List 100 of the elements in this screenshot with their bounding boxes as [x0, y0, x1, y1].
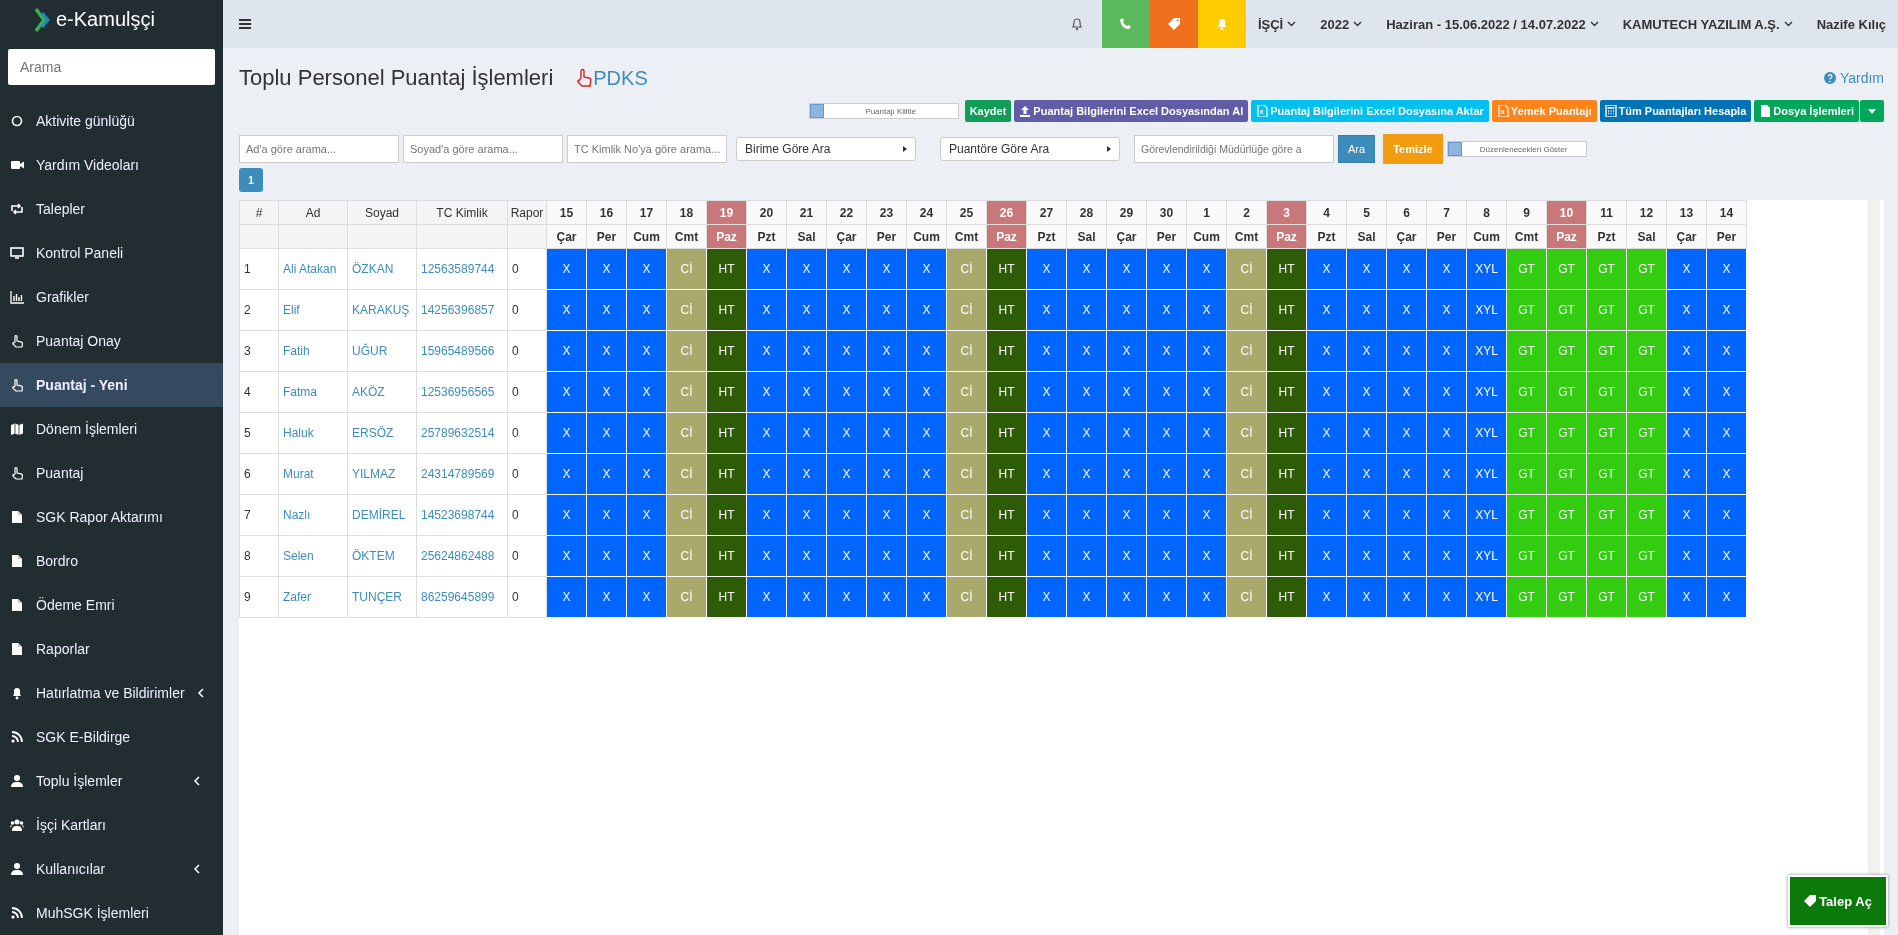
- action-button[interactable]: Yemek Puantajı: [1491, 100, 1597, 122]
- attendance-cell[interactable]: Cİ: [946, 330, 987, 372]
- attendance-cell[interactable]: X: [1666, 330, 1707, 372]
- attendance-cell[interactable]: X: [546, 289, 587, 331]
- id-number-link[interactable]: 86259645899: [416, 576, 508, 618]
- name-link[interactable]: Fatih: [278, 330, 348, 372]
- attendance-cell[interactable]: X: [586, 535, 627, 577]
- search-field[interactable]: Ad'a göre arama...: [239, 135, 399, 163]
- attendance-cell[interactable]: X: [866, 248, 907, 290]
- attendance-cell[interactable]: X: [1106, 535, 1147, 577]
- attendance-cell[interactable]: X: [1346, 453, 1387, 495]
- file-menu-button[interactable]: Dosya İşlemleri: [1754, 100, 1859, 122]
- attendance-cell[interactable]: X: [586, 330, 627, 372]
- attendance-cell[interactable]: X: [786, 494, 827, 536]
- attendance-cell[interactable]: X: [906, 576, 947, 618]
- attendance-cell[interactable]: X: [1066, 289, 1107, 331]
- attendance-cell[interactable]: XYL: [1466, 453, 1507, 495]
- toggle-switch[interactable]: Puantajı Kilitle: [808, 103, 959, 119]
- attendance-cell[interactable]: X: [1026, 576, 1067, 618]
- attendance-cell[interactable]: X: [746, 412, 787, 454]
- attendance-cell[interactable]: X: [1706, 412, 1747, 454]
- sidebar-item[interactable]: SGK E-Bildirge: [0, 715, 223, 759]
- attendance-cell[interactable]: X: [786, 453, 827, 495]
- attendance-cell[interactable]: X: [1426, 248, 1467, 290]
- attendance-cell[interactable]: X: [1146, 576, 1187, 618]
- attendance-cell[interactable]: X: [746, 453, 787, 495]
- help-link[interactable]: Yardım: [1823, 70, 1884, 86]
- attendance-cell[interactable]: X: [1146, 289, 1187, 331]
- attendance-cell[interactable]: XYL: [1466, 371, 1507, 413]
- action-button[interactable]: Kaydet: [964, 100, 1012, 122]
- attendance-cell[interactable]: X: [1306, 412, 1347, 454]
- sidebar-item[interactable]: Raporlar: [0, 627, 223, 671]
- attendance-cell[interactable]: X: [866, 371, 907, 413]
- sidebar-item[interactable]: SGK Rapor Aktarımı: [0, 495, 223, 539]
- dropdown-button[interactable]: [1860, 100, 1884, 122]
- attendance-cell[interactable]: X: [1066, 412, 1107, 454]
- attendance-cell[interactable]: X: [586, 371, 627, 413]
- attendance-cell[interactable]: X: [1146, 248, 1187, 290]
- tag-button[interactable]: [1149, 0, 1198, 48]
- name-link[interactable]: Zafer: [278, 576, 348, 618]
- attendance-cell[interactable]: X: [546, 453, 587, 495]
- attendance-cell[interactable]: X: [906, 535, 947, 577]
- attendance-cell[interactable]: X: [1066, 371, 1107, 413]
- attendance-cell[interactable]: X: [1346, 330, 1387, 372]
- attendance-cell[interactable]: X: [1426, 535, 1467, 577]
- attendance-cell[interactable]: X: [586, 289, 627, 331]
- attendance-cell[interactable]: HT: [1266, 412, 1307, 454]
- attendance-cell[interactable]: HT: [986, 453, 1027, 495]
- attendance-cell[interactable]: X: [586, 453, 627, 495]
- attendance-cell[interactable]: HT: [706, 248, 747, 290]
- attendance-cell[interactable]: X: [906, 412, 947, 454]
- attendance-cell[interactable]: X: [1426, 289, 1467, 331]
- attendance-cell[interactable]: X: [626, 535, 667, 577]
- toggle-switch[interactable]: Düzenlenecekleri Göster: [1446, 141, 1587, 157]
- attendance-cell[interactable]: X: [1346, 289, 1387, 331]
- surname-link[interactable]: ERSÖZ: [347, 412, 417, 454]
- attendance-cell[interactable]: X: [866, 412, 907, 454]
- attendance-cell[interactable]: X: [786, 371, 827, 413]
- attendance-cell[interactable]: X: [1106, 330, 1147, 372]
- attendance-cell[interactable]: X: [1426, 371, 1467, 413]
- attendance-cell[interactable]: X: [826, 412, 867, 454]
- attendance-cell[interactable]: HT: [986, 371, 1027, 413]
- attendance-cell[interactable]: X: [826, 289, 867, 331]
- surname-link[interactable]: UĞUR: [347, 330, 417, 372]
- attendance-cell[interactable]: X: [1306, 248, 1347, 290]
- attendance-cell[interactable]: X: [826, 494, 867, 536]
- id-number-link[interactable]: 24314789569: [416, 453, 508, 495]
- attendance-cell[interactable]: X: [826, 576, 867, 618]
- attendance-cell[interactable]: X: [1106, 453, 1147, 495]
- attendance-cell[interactable]: Cİ: [1226, 371, 1267, 413]
- attendance-cell[interactable]: X: [866, 289, 907, 331]
- attendance-cell[interactable]: XYL: [1466, 248, 1507, 290]
- attendance-cell[interactable]: HT: [986, 412, 1027, 454]
- bell-button[interactable]: [1197, 0, 1246, 48]
- attendance-cell[interactable]: X: [626, 289, 667, 331]
- attendance-cell[interactable]: X: [1306, 371, 1347, 413]
- attendance-cell[interactable]: HT: [706, 453, 747, 495]
- search-field[interactable]: Görevlendirildiği Müdürlüğe göre a: [1134, 135, 1334, 163]
- attendance-cell[interactable]: X: [1666, 453, 1707, 495]
- attendance-cell[interactable]: X: [1386, 576, 1427, 618]
- attendance-cell[interactable]: HT: [1266, 576, 1307, 618]
- surname-link[interactable]: ÖZKAN: [347, 248, 417, 290]
- attendance-cell[interactable]: X: [826, 248, 867, 290]
- attendance-cell[interactable]: X: [1386, 535, 1427, 577]
- attendance-cell[interactable]: X: [1306, 576, 1347, 618]
- surname-link[interactable]: KARAKUŞ: [347, 289, 417, 331]
- attendance-cell[interactable]: Cİ: [1226, 535, 1267, 577]
- search-field[interactable]: TC Kimlik No'ya göre arama...: [567, 135, 727, 163]
- attendance-cell[interactable]: HT: [1266, 289, 1307, 331]
- attendance-cell[interactable]: XYL: [1466, 576, 1507, 618]
- attendance-cell[interactable]: X: [866, 453, 907, 495]
- sidebar-item[interactable]: Bordro: [0, 539, 223, 583]
- surname-link[interactable]: TUNÇER: [347, 576, 417, 618]
- attendance-cell[interactable]: HT: [1266, 330, 1307, 372]
- attendance-cell[interactable]: X: [1386, 330, 1427, 372]
- sidebar-item[interactable]: Yardım Videoları: [0, 143, 223, 187]
- attendance-cell[interactable]: X: [906, 330, 947, 372]
- attendance-cell[interactable]: X: [1426, 453, 1467, 495]
- sidebar-item[interactable]: Puantaj - Yeni: [0, 363, 223, 407]
- attendance-cell[interactable]: X: [1106, 576, 1147, 618]
